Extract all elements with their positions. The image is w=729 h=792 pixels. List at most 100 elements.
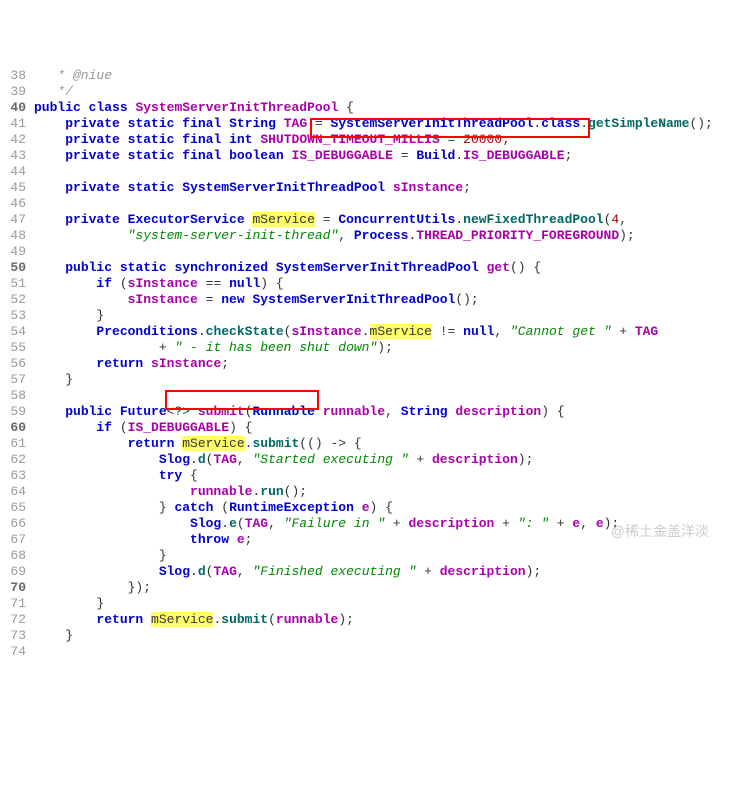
- line-number: 63: [0, 468, 34, 484]
- code-content[interactable]: }: [34, 628, 729, 644]
- line-number: 45: [0, 180, 34, 196]
- code-line[interactable]: 46: [0, 196, 729, 212]
- code-content[interactable]: "system-server-init-thread", Process.THR…: [34, 228, 729, 244]
- code-line[interactable]: 52 sInstance = new SystemServerInitThrea…: [0, 292, 729, 308]
- code-line[interactable]: 53 }: [0, 308, 729, 324]
- line-number: 54: [0, 324, 34, 340]
- code-line[interactable]: 49: [0, 244, 729, 260]
- code-line[interactable]: 57 }: [0, 372, 729, 388]
- code-content[interactable]: public static synchronized SystemServerI…: [34, 260, 729, 276]
- code-line[interactable]: 54 Preconditions.checkState(sInstance.mS…: [0, 324, 729, 340]
- line-number: 60: [0, 420, 34, 436]
- code-content[interactable]: if (IS_DEBUGGABLE) {: [34, 420, 729, 436]
- highlight-box-1: [310, 118, 590, 138]
- code-content[interactable]: } catch (RuntimeException e) {: [34, 500, 729, 516]
- line-number: 64: [0, 484, 34, 500]
- line-number: 72: [0, 612, 34, 628]
- code-line[interactable]: 47 private ExecutorService mService = Co…: [0, 212, 729, 228]
- line-number: 62: [0, 452, 34, 468]
- line-number: 68: [0, 548, 34, 564]
- line-number: 44: [0, 164, 34, 180]
- code-content[interactable]: return mService.submit(runnable);: [34, 612, 729, 628]
- code-line[interactable]: 63 try {: [0, 468, 729, 484]
- code-content[interactable]: */: [34, 84, 729, 100]
- code-line[interactable]: 50 public static synchronized SystemServ…: [0, 260, 729, 276]
- watermark: @稀土金盖洋淡: [611, 523, 709, 539]
- line-number: 43: [0, 148, 34, 164]
- code-content[interactable]: sInstance = new SystemServerInitThreadPo…: [34, 292, 729, 308]
- code-editor[interactable]: 38 * @niue39 */40public class SystemServ…: [0, 68, 729, 660]
- line-number: 49: [0, 244, 34, 260]
- code-content[interactable]: });: [34, 580, 729, 596]
- code-content[interactable]: [34, 244, 729, 260]
- line-number: 57: [0, 372, 34, 388]
- code-content[interactable]: Slog.d(TAG, "Started executing " + descr…: [34, 452, 729, 468]
- line-number: 51: [0, 276, 34, 292]
- code-line[interactable]: 40public class SystemServerInitThreadPoo…: [0, 100, 729, 116]
- code-content[interactable]: }: [34, 596, 729, 612]
- code-content[interactable]: + " - it has been shut down");: [34, 340, 729, 356]
- line-number: 58: [0, 388, 34, 404]
- code-line[interactable]: 74: [0, 644, 729, 660]
- code-content[interactable]: try {: [34, 468, 729, 484]
- code-line[interactable]: 51 if (sInstance == null) {: [0, 276, 729, 292]
- code-content[interactable]: return sInstance;: [34, 356, 729, 372]
- code-line[interactable]: 48 "system-server-init-thread", Process.…: [0, 228, 729, 244]
- highlight-box-2: [165, 390, 319, 410]
- code-content[interactable]: public class SystemServerInitThreadPool …: [34, 100, 729, 116]
- line-number: 52: [0, 292, 34, 308]
- code-content[interactable]: Preconditions.checkState(sInstance.mServ…: [34, 324, 729, 340]
- code-content[interactable]: [34, 388, 729, 404]
- code-line[interactable]: 62 Slog.d(TAG, "Started executing " + de…: [0, 452, 729, 468]
- code-line[interactable]: 59 public Future<?> submit(Runnable runn…: [0, 404, 729, 420]
- code-content[interactable]: }: [34, 372, 729, 388]
- line-number: 73: [0, 628, 34, 644]
- code-line[interactable]: 64 runnable.run();: [0, 484, 729, 500]
- code-content[interactable]: if (sInstance == null) {: [34, 276, 729, 292]
- code-line[interactable]: 45 private static SystemServerInitThread…: [0, 180, 729, 196]
- line-number: 38: [0, 68, 34, 84]
- code-line[interactable]: 39 */: [0, 84, 729, 100]
- line-number: 42: [0, 132, 34, 148]
- code-content[interactable]: * @niue: [34, 68, 729, 84]
- code-content[interactable]: }: [34, 548, 729, 564]
- code-line[interactable]: 72 return mService.submit(runnable);: [0, 612, 729, 628]
- line-number: 40: [0, 100, 34, 116]
- code-line[interactable]: 60 if (IS_DEBUGGABLE) {: [0, 420, 729, 436]
- line-number: 67: [0, 532, 34, 548]
- code-content[interactable]: [34, 196, 729, 212]
- code-content[interactable]: private static final boolean IS_DEBUGGAB…: [34, 148, 729, 164]
- code-line[interactable]: 70 });: [0, 580, 729, 596]
- code-line[interactable]: 73 }: [0, 628, 729, 644]
- code-content[interactable]: private ExecutorService mService = Concu…: [34, 212, 729, 228]
- line-number: 50: [0, 260, 34, 276]
- line-number: 71: [0, 596, 34, 612]
- code-line[interactable]: 55 + " - it has been shut down");: [0, 340, 729, 356]
- code-line[interactable]: 56 return sInstance;: [0, 356, 729, 372]
- code-line[interactable]: 69 Slog.d(TAG, "Finished executing " + d…: [0, 564, 729, 580]
- code-line[interactable]: 38 * @niue: [0, 68, 729, 84]
- code-line[interactable]: 61 return mService.submit(() -> {: [0, 436, 729, 452]
- line-number: 74: [0, 644, 34, 660]
- line-number: 55: [0, 340, 34, 356]
- line-number: 53: [0, 308, 34, 324]
- code-line[interactable]: 43 private static final boolean IS_DEBUG…: [0, 148, 729, 164]
- code-line[interactable]: 71 }: [0, 596, 729, 612]
- code-content[interactable]: [34, 644, 729, 660]
- code-content[interactable]: public Future<?> submit(Runnable runnabl…: [34, 404, 729, 420]
- code-line[interactable]: 44: [0, 164, 729, 180]
- code-content[interactable]: }: [34, 308, 729, 324]
- code-content[interactable]: return mService.submit(() -> {: [34, 436, 729, 452]
- code-line[interactable]: 58: [0, 388, 729, 404]
- line-number: 65: [0, 500, 34, 516]
- code-content[interactable]: Slog.d(TAG, "Finished executing " + desc…: [34, 564, 729, 580]
- code-line[interactable]: 68 }: [0, 548, 729, 564]
- line-number: 56: [0, 356, 34, 372]
- code-line[interactable]: 65 } catch (RuntimeException e) {: [0, 500, 729, 516]
- line-number: 39: [0, 84, 34, 100]
- line-number: 59: [0, 404, 34, 420]
- code-content[interactable]: runnable.run();: [34, 484, 729, 500]
- line-number: 46: [0, 196, 34, 212]
- code-content[interactable]: [34, 164, 729, 180]
- code-content[interactable]: private static SystemServerInitThreadPoo…: [34, 180, 729, 196]
